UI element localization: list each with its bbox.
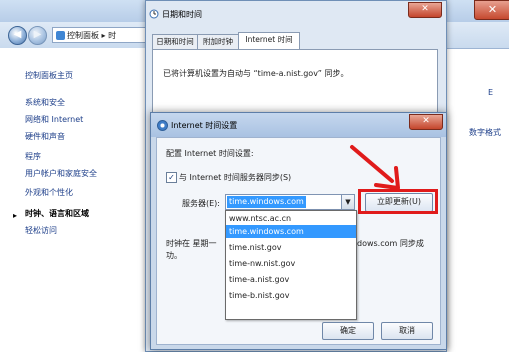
- sync-status-right: dows.com 同步成: [357, 239, 424, 248]
- sync-checkbox-label[interactable]: 与 Internet 时间服务器同步(S): [179, 172, 291, 183]
- tab-additional-clocks[interactable]: 附加时钟: [197, 34, 239, 49]
- sync-status-text: 已将计算机设置为自动与 “time-a.nist.gov” 同步。: [163, 69, 349, 78]
- sidebar-item[interactable]: 硬件和声音: [25, 131, 65, 142]
- sidebar-item[interactable]: 用户帐户和家庭安全: [25, 168, 97, 179]
- chevron-down-icon[interactable]: ▼: [341, 195, 354, 209]
- tab-internet-time[interactable]: Internet 时间: [238, 32, 300, 50]
- tab-date-time[interactable]: 日期和时间: [152, 34, 198, 49]
- active-bullet-icon: ▸: [13, 211, 18, 220]
- server-value[interactable]: time.windows.com: [227, 196, 306, 208]
- sidebar-item[interactable]: 网络和 Internet: [25, 114, 83, 125]
- control-panel-icon: [56, 31, 65, 40]
- dropdown-option[interactable]: www.ntsc.ac.cn: [226, 212, 356, 225]
- dialog-body: 配置 Internet 时间设置: ✓ 与 Internet 时间服务器同步(S…: [156, 137, 441, 345]
- dialog-title: 日期和时间: [162, 10, 202, 19]
- dropdown-option[interactable]: time-a.nist.gov: [226, 273, 356, 286]
- dialog-title: Internet 时间设置: [171, 121, 238, 130]
- sync-checkbox[interactable]: ✓: [166, 172, 177, 183]
- sidebar-item[interactable]: 轻松访问: [25, 225, 57, 236]
- breadcrumb-clock[interactable]: 时: [108, 31, 116, 40]
- close-button[interactable]: ✕: [409, 114, 443, 130]
- internet-time-settings-dialog: Internet 时间设置 ✕ 配置 Internet 时间设置: ✓ 与 In…: [150, 112, 447, 350]
- dropdown-option[interactable]: time-b.nist.gov: [226, 289, 356, 302]
- sidebar-item[interactable]: 外观和个性化: [25, 187, 73, 198]
- breadcrumb-control-panel[interactable]: 控制面板: [67, 31, 99, 40]
- sync-status-line-1: 时钟在 星期一: [166, 239, 217, 248]
- configure-heading: 配置 Internet 时间设置:: [166, 149, 254, 158]
- close-button[interactable]: ✕: [474, 0, 509, 20]
- right-fragment-text: E: [488, 88, 494, 97]
- sidebar-item[interactable]: 时钟、语言和区域: [25, 208, 89, 219]
- dropdown-option-selected[interactable]: time.windows.com: [226, 225, 356, 238]
- sidebar-item[interactable]: 系统和安全: [25, 97, 65, 108]
- highlight-box: [358, 189, 438, 214]
- ok-button[interactable]: 确定: [322, 322, 374, 340]
- dropdown-option[interactable]: time-nw.nist.gov: [226, 257, 356, 270]
- clock-icon: [149, 9, 159, 19]
- sidebar: [0, 48, 148, 350]
- sync-status-line-2: 功。: [166, 251, 182, 260]
- server-label: 服务器(E):: [182, 199, 220, 208]
- server-combobox[interactable]: time.windows.com ▼: [225, 194, 355, 210]
- close-button[interactable]: ✕: [408, 2, 442, 18]
- cancel-button[interactable]: 取消: [381, 322, 433, 340]
- number-format-link[interactable]: 数字格式: [469, 127, 501, 138]
- server-dropdown-list[interactable]: www.ntsc.ac.cn time.windows.com time.nis…: [225, 210, 357, 320]
- sidebar-item[interactable]: 程序: [25, 151, 41, 162]
- address-field[interactable]: 控制面板 ▸ 时: [52, 27, 152, 43]
- forward-button[interactable]: ▶: [28, 26, 47, 45]
- back-button[interactable]: ◀: [8, 26, 27, 45]
- sidebar-item[interactable]: 控制面板主页: [25, 70, 73, 81]
- dropdown-option[interactable]: time.nist.gov: [226, 241, 356, 254]
- globe-icon: [157, 120, 168, 131]
